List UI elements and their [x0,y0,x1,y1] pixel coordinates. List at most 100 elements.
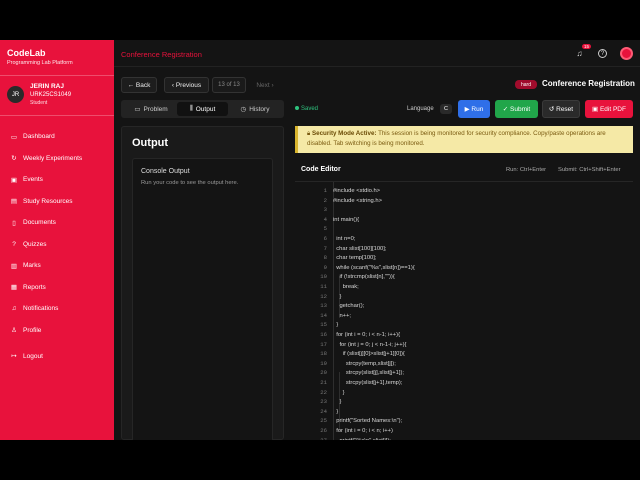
code-line: 7 char slist[100][100]; [295,244,633,254]
problem-counter: 13 of 13 [212,77,246,93]
user-id: URK25CS1049 [30,92,72,98]
code-text: #include <string.h> [333,197,382,204]
console-title: Console Output [141,168,190,175]
person-icon: ♙ [11,327,17,335]
code-line: 8 char temp[100]; [295,253,633,263]
sidebar-item-dashboard[interactable]: ▭ Dashboard [0,126,114,148]
refresh-icon: ↻ [11,155,17,163]
output-title: Output [132,137,169,149]
tab-problem[interactable]: ▭ Problem [125,102,177,116]
line-number: 18 [320,350,327,358]
saved-label: Saved [301,106,319,112]
code-line: 25 printf("Sorted Names:\n"); [295,416,633,426]
code-text: char temp[100]; [333,255,377,262]
run-button[interactable]: ▶ Run [458,100,490,118]
code-text: for (int i = 0; i < n-1; i++){ [333,332,401,338]
line-number: 7 [323,244,327,252]
code-line: 15 } [295,320,633,330]
topbar: Conference Registration ♫ 15 ? [114,40,640,67]
problem-title: Conference Registration [542,79,635,88]
back-button[interactable]: ← Back [121,77,157,93]
sidebar-item-quizzes[interactable]: ? Quizzes [0,234,114,256]
code-line: 20 strcpy(slist[j],slist[j+1]); [295,368,633,378]
page-title: Conference Registration [121,50,202,59]
document-icon: ▯ [12,219,16,227]
code-text: n++; [333,312,352,319]
tab-output[interactable]: ⫼ Output [177,102,228,116]
code-line: 16 for (int i = 0; i < n-1; i++){ [295,330,633,340]
code-line: 5 [295,224,633,234]
logout-button[interactable]: ↦ Logout [9,352,43,361]
code-line: 9 while (scanf("%s",slist[n])==1){ [295,263,633,273]
sidebar-item-label: Dashboard [23,133,55,141]
console-output: Console Output Run your code to see the … [132,158,273,440]
sidebar-item-reports[interactable]: ▦ Reports [0,277,114,299]
sidebar-item-weekly-experiments[interactable]: ↻ Weekly Experiments [0,148,114,170]
sidebar-item-study-resources[interactable]: ▤ Study Resources [0,191,114,213]
brand-name: CodeLab [7,48,46,58]
code-text: for (int i = 0; i < n; i++) [333,428,393,434]
sidebar-item-marks[interactable]: ▥ Marks [0,255,114,277]
sidebar-item-profile[interactable]: ♙ Profile [0,320,114,342]
code-line: 13 getchar(); [295,301,633,311]
code-line: 27 printf("%s\n",slist[i]); [295,436,633,440]
sidebar-item-label: Events [23,176,43,184]
code-text: } [333,293,342,300]
edit-pdf-button[interactable]: ▣ Edit PDF [585,100,633,118]
code-text: if (slist[j][0]>slist[j+1][0]){ [333,351,405,358]
code-line: 17 for (int j = 0; j < n-1-i; j++){ [295,340,633,350]
sidebar-item-label: Marks [23,262,41,270]
next-button[interactable]: Next › [249,77,281,93]
line-number: 11 [320,283,327,290]
sidebar-item-documents[interactable]: ▯ Documents [0,212,114,234]
clock-icon: ◷ [240,106,247,113]
profile-avatar[interactable] [620,47,633,60]
logout-label: Logout [23,352,43,360]
saved-status: Saved [295,106,318,112]
code-text: } [333,408,339,415]
previous-button[interactable]: ‹ Previous [164,77,209,93]
code-editor[interactable]: 1 #include <stdio.h> 2 #include <string.h> 3… [295,181,633,440]
code-text: int n=0; [333,236,356,242]
code-text: printf("%s\n",slist[i]); [333,436,390,440]
tab-history[interactable]: ◷ History [229,102,281,116]
dashboard-icon: ▭ [10,133,18,141]
line-number: 9 [323,263,327,271]
sidebar-item-events[interactable]: ▣ Events [0,169,114,191]
code-text: int main(){ [333,216,360,223]
chart-icon: ▥ [10,262,18,270]
editor-title: Code Editor [301,166,341,173]
app-window: CodeLab Programming Lab Platform JR JERI… [0,40,640,440]
code-line: 11 break; [295,282,633,292]
security-warning: 🔒︎ Security Mode Active: This session is… [295,126,633,153]
line-number: 19 [320,359,327,367]
sidebar-item-notifications[interactable]: ♫ Notifications [0,298,114,320]
reset-button[interactable]: ↺ Reset [542,100,580,118]
code-line: 21 strcpy(slist[j+1],temp); [295,378,633,388]
bell-icon[interactable]: ♫ [574,48,585,59]
code-text: break; [333,284,359,290]
user-card: JR JERIN RAJ URK25CS1049 Student [0,76,114,116]
code-line: 1 #include <stdio.h> [295,186,633,196]
user-name: JERIN RAJ [30,83,64,90]
submit-button[interactable]: ✓ Submit [495,100,538,118]
code-text: } [333,399,342,406]
sidebar-item-label: Profile [23,326,42,334]
brand: CodeLab Programming Lab Platform [0,40,114,76]
console-message: Run your code to see the output here. [141,180,239,186]
line-number: 4 [323,215,327,223]
code-text: printf("Sorted Names:\n"); [333,418,403,425]
code-line: 14 n++; [295,311,633,321]
file-icon: ▭ [134,106,141,113]
line-number: 2 [323,196,327,204]
sidebar-item-label: Notifications [23,305,59,313]
language-select[interactable]: C [440,104,452,114]
bell-icon: ♫ [11,305,17,313]
language-label: Language [407,106,434,112]
help-icon[interactable]: ? [598,49,607,58]
code-line: 2 #include <string.h> [295,196,633,206]
code-text: } [333,389,345,396]
calendar-icon: ▣ [10,176,18,184]
code-text: } [333,322,339,329]
line-number: 17 [320,340,327,348]
